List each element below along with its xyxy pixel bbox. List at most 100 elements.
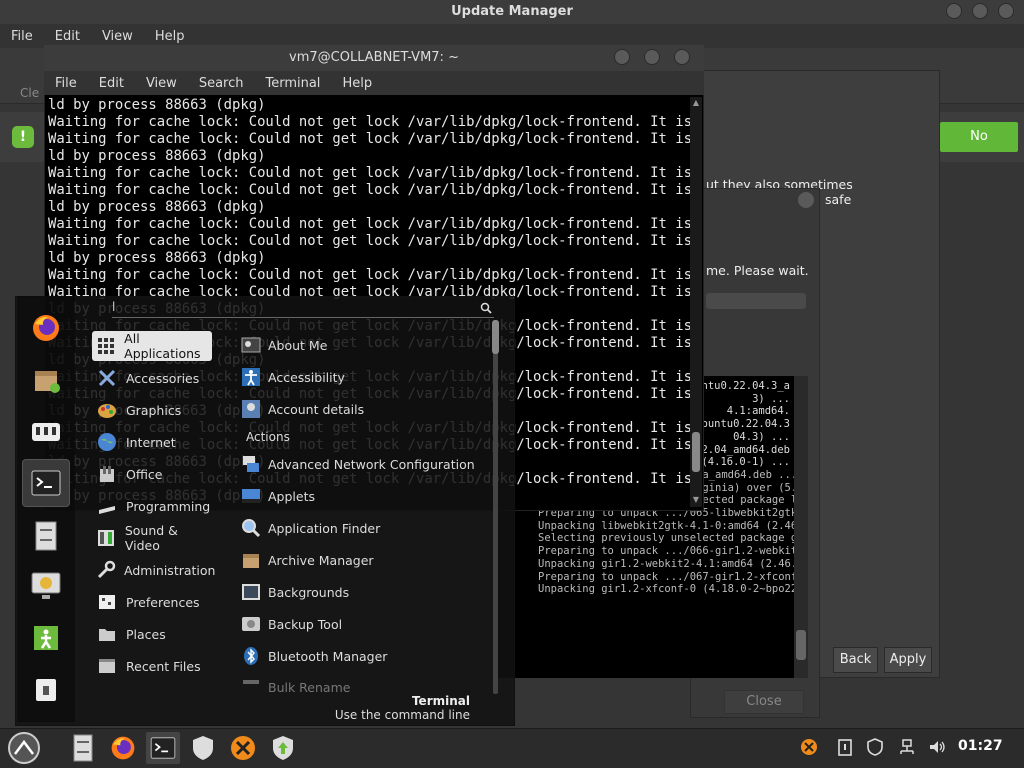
bluetooth-icon	[240, 645, 262, 667]
terminal-minimize-button[interactable]	[614, 49, 630, 65]
scroll-down-icon[interactable]: ▼	[691, 496, 701, 504]
app-label: Bluetooth Manager	[268, 648, 388, 664]
clipboard-tray-icon[interactable]	[836, 738, 854, 756]
xmx-tray-icon[interactable]	[800, 738, 818, 756]
close-dialog-button[interactable]: Close	[724, 690, 804, 714]
shield-taskbar-icon[interactable]	[186, 732, 220, 764]
log-line: Unpacking gir1.2-webkit2-4.1:amd64 (2.46…	[538, 557, 808, 570]
folder-icon	[96, 623, 118, 645]
office-icon	[96, 463, 118, 485]
firefox-taskbar-icon[interactable]	[106, 732, 140, 764]
category-office[interactable]: Office	[92, 459, 212, 489]
terminal-title: vm7@COLLABNET-VM7: ~	[289, 50, 459, 65]
terminal-menu-search[interactable]: Search	[188, 76, 255, 91]
lock-icon[interactable]	[22, 666, 70, 714]
hovered-app-name: Terminal	[411, 694, 470, 708]
files-icon[interactable]	[22, 512, 70, 560]
menu-file[interactable]: File	[0, 29, 44, 44]
globe-icon	[96, 431, 118, 453]
update-monitor-icon[interactable]	[22, 562, 70, 610]
app-backgrounds[interactable]: Backgrounds	[240, 578, 495, 606]
category-graphics[interactable]: Graphics	[92, 395, 212, 425]
backup-icon	[240, 613, 262, 635]
terminal-menu-edit[interactable]: Edit	[88, 76, 135, 91]
app-label: Bulk Rename	[268, 679, 351, 695]
terminal-icon[interactable]	[22, 459, 70, 507]
no-button[interactable]: No	[940, 122, 1018, 152]
firefox-icon[interactable]	[22, 304, 70, 352]
package-icon[interactable]	[22, 356, 70, 404]
menu-scrollbar[interactable]	[493, 320, 498, 694]
network-icon	[240, 453, 262, 475]
grid-icon	[96, 335, 116, 357]
terminal-scroll-thumb[interactable]	[692, 432, 700, 472]
maximize-button[interactable]	[972, 3, 988, 19]
mixer-icon[interactable]	[22, 408, 70, 456]
menu-scroll-thumb[interactable]	[492, 320, 499, 354]
app-application-finder[interactable]: Application Finder	[240, 514, 495, 542]
category-label: Programming	[126, 498, 211, 514]
dialog-text-line2: safe	[825, 192, 852, 207]
category-label: Office	[126, 466, 163, 482]
clear-button-label[interactable]: Cle	[20, 86, 39, 100]
menu-help[interactable]: Help	[144, 29, 196, 44]
clock[interactable]: 01:27	[958, 738, 1003, 754]
log-line: Preparing to unpack .../067-gir1.2-xfcon…	[538, 570, 808, 583]
volume-tray-icon[interactable]	[928, 738, 946, 756]
log-line: Unpacking libwebkit2gtk-4.1-0:amd64 (2.4…	[538, 519, 808, 532]
menu-view[interactable]: View	[91, 29, 144, 44]
shield-tray-icon[interactable]	[866, 738, 884, 756]
log-line: Preparing to unpack .../066-gir1.2-webki…	[538, 545, 808, 558]
back-button[interactable]: Back	[833, 647, 878, 673]
network-tray-icon[interactable]	[898, 738, 916, 756]
app-account-details[interactable]: Account details	[240, 395, 495, 423]
app-applets[interactable]: Applets	[240, 482, 495, 510]
applets-icon	[240, 485, 262, 507]
terminal-menu-file[interactable]: File	[44, 76, 88, 91]
backgrounds-icon	[240, 581, 262, 603]
logout-icon[interactable]	[22, 614, 70, 662]
category-label: Sound & Video	[124, 523, 178, 553]
category-all-applications[interactable]: All Applications	[92, 331, 212, 361]
app-archive-manager[interactable]: Archive Manager	[240, 546, 495, 574]
menu-search-input[interactable]: l	[112, 300, 494, 318]
category-administration[interactable]: Administration	[92, 555, 215, 585]
category-places[interactable]: Places	[92, 619, 212, 649]
log-scroll-thumb[interactable]	[796, 630, 806, 660]
accessories-icon	[96, 367, 118, 389]
app-accessibility[interactable]: Accessibility	[240, 363, 495, 391]
rename-icon	[240, 676, 262, 698]
category-recent-files[interactable]: Recent Files	[92, 651, 212, 681]
terminal-taskbar-icon[interactable]	[146, 732, 180, 764]
scroll-up-icon[interactable]: ▲	[691, 99, 701, 107]
category-sound-video[interactable]: Sound & Video	[92, 523, 212, 553]
log-line: 04.3) ...	[733, 430, 790, 443]
category-label: Recent Files	[126, 658, 201, 674]
category-preferences[interactable]: Preferences	[92, 587, 212, 617]
category-accessories[interactable]: Accessories	[92, 363, 212, 393]
close-button[interactable]	[998, 3, 1014, 19]
category-internet[interactable]: Internet	[92, 427, 212, 457]
app-about-me[interactable]: About Me	[240, 331, 495, 359]
menu-launcher-icon[interactable]	[4, 732, 44, 764]
apply-button[interactable]: Apply	[884, 647, 932, 673]
app-backup-tool[interactable]: Backup Tool	[240, 610, 495, 638]
terminal-close-button[interactable]	[674, 49, 690, 65]
update-shield-taskbar-icon[interactable]	[266, 732, 300, 764]
category-programming[interactable]: Programming	[92, 491, 212, 521]
xmx-taskbar-icon[interactable]	[226, 732, 260, 764]
programming-icon	[96, 495, 118, 517]
app-label: Applets	[268, 488, 315, 504]
app-bluetooth-manager[interactable]: Bluetooth Manager	[240, 642, 495, 670]
progress-dialog-close-button[interactable]	[798, 192, 814, 208]
terminal-menu-terminal[interactable]: Terminal	[254, 76, 331, 91]
files-taskbar-icon[interactable]	[66, 732, 100, 764]
minimize-button[interactable]	[946, 3, 962, 19]
terminal-menu-view[interactable]: View	[135, 76, 188, 91]
category-label: Places	[126, 626, 166, 642]
wrench-icon	[96, 559, 116, 581]
terminal-maximize-button[interactable]	[644, 49, 660, 65]
terminal-menu-help[interactable]: Help	[331, 76, 383, 91]
app-advanced-network-configuration[interactable]: Advanced Network Configuration	[240, 450, 495, 478]
menu-edit[interactable]: Edit	[44, 29, 91, 44]
